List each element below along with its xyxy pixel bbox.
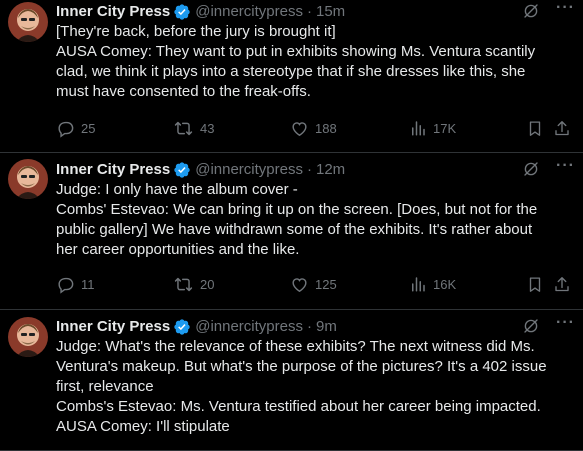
- grok-icon[interactable]: [522, 2, 540, 20]
- heart-icon: [292, 277, 307, 292]
- bookmark-button[interactable]: [526, 119, 544, 138]
- timestamp[interactable]: 12m: [316, 160, 345, 180]
- reply-button[interactable]: 11: [56, 275, 95, 294]
- tweet-text-line: public gallery] We have withdrawn some o…: [56, 221, 533, 238]
- separator-dot: ·: [306, 318, 312, 335]
- separator-dot: ·: [306, 161, 312, 178]
- bookmark-icon: [529, 120, 541, 136]
- views-count: 16K: [433, 276, 457, 292]
- timestamp[interactable]: 15m: [316, 2, 345, 22]
- bookmark-icon: [529, 276, 541, 292]
- reply-icon: [58, 121, 74, 138]
- views-icon: [412, 277, 425, 292]
- bookmark-button[interactable]: [526, 275, 544, 294]
- reply-count: 25: [81, 120, 96, 136]
- retweet-count: 43: [200, 120, 215, 136]
- tweet-text-line: must have consented to the freak-offs.: [56, 83, 311, 100]
- tweet[interactable]: Inner City Press @innercitypress · 15m ·…: [0, 0, 583, 153]
- tweet-actions: 25 43 188 17K: [56, 118, 573, 138]
- views-icon: [412, 121, 425, 136]
- author-handle[interactable]: @innercitypress: [195, 317, 303, 337]
- views-button[interactable]: 17K: [409, 119, 456, 137]
- like-button[interactable]: 188: [290, 119, 337, 138]
- tweet[interactable]: Inner City Press @innercitypress · 12m ·…: [0, 153, 583, 310]
- avatar[interactable]: [8, 2, 48, 42]
- share-button[interactable]: [553, 119, 571, 138]
- tweet-text-line: Judge: What's the relevance of these exh…: [56, 338, 535, 355]
- tweet-actions: 11 20 125 16K: [56, 274, 573, 294]
- reply-count: 11: [81, 276, 95, 292]
- like-count: 188: [315, 120, 337, 136]
- retweet-button[interactable]: 43: [173, 119, 214, 138]
- tweet-text-line: first, relevance: [56, 378, 154, 395]
- avatar[interactable]: [8, 159, 48, 199]
- views-button[interactable]: 16K: [409, 275, 456, 293]
- tweet-header: Inner City Press @innercitypress · 12m ·…: [56, 157, 575, 180]
- tweet-text-line: AUSA Comey: They want to put in exhibits…: [56, 43, 536, 60]
- author-handle[interactable]: @innercitypress: [195, 160, 303, 180]
- tweet-text: Judge: I only have the album cover - Com…: [56, 180, 573, 260]
- tweet-text-line: clad, we think it plays into a stereotyp…: [56, 63, 526, 80]
- separator-dot: ·: [306, 3, 312, 20]
- author-name[interactable]: Inner City Press: [56, 160, 170, 180]
- share-button[interactable]: [553, 275, 571, 294]
- grok-icon[interactable]: [522, 160, 540, 178]
- tweet-text-line: Combs' Estevao: We can bring it up on th…: [56, 201, 538, 218]
- share-icon: [555, 120, 569, 135]
- author-handle[interactable]: @innercitypress: [195, 2, 303, 22]
- retweet-count: 20: [200, 276, 215, 292]
- reply-button[interactable]: 25: [56, 119, 95, 138]
- heart-icon: [292, 121, 307, 136]
- tweet-text-line: her career opportunities and the like.: [56, 241, 300, 258]
- retweet-icon: [174, 121, 193, 135]
- tweet-text-line: AUSA Comey: I'll stipulate: [56, 418, 230, 435]
- tweet-text: Judge: What's the relevance of these exh…: [56, 337, 573, 437]
- more-icon[interactable]: ···: [556, 156, 575, 176]
- author-name[interactable]: Inner City Press: [56, 317, 170, 337]
- timestamp[interactable]: 9m: [316, 317, 337, 337]
- tweet-text: [They're back, before the jury is brough…: [56, 22, 573, 102]
- reply-icon: [58, 277, 74, 294]
- verified-badge-icon: [173, 318, 191, 336]
- tweet-text-line: Judge: I only have the album cover -: [56, 181, 298, 198]
- retweet-icon: [174, 277, 193, 291]
- tweet-text-line: Combs's Estevao: Ms. Ventura testified a…: [56, 398, 541, 415]
- tweet-header: Inner City Press @innercitypress · 15m ·…: [56, 0, 575, 22]
- tweet-text-line: Ventura's makeup. But what's the purpose…: [56, 358, 547, 375]
- more-icon[interactable]: ···: [556, 0, 575, 18]
- verified-badge-icon: [173, 3, 191, 21]
- retweet-button[interactable]: 20: [173, 275, 214, 294]
- avatar[interactable]: [8, 317, 48, 357]
- views-count: 17K: [433, 120, 457, 136]
- author-name[interactable]: Inner City Press: [56, 2, 170, 22]
- verified-badge-icon: [173, 161, 191, 179]
- tweet-text-line: [They're back, before the jury is brough…: [56, 23, 336, 40]
- share-icon: [555, 276, 569, 291]
- more-icon[interactable]: ···: [556, 313, 575, 333]
- tweet[interactable]: Inner City Press @innercitypress · 9m ··…: [0, 310, 583, 451]
- like-button[interactable]: 125: [290, 275, 337, 294]
- tweet-header: Inner City Press @innercitypress · 9m ··…: [56, 314, 575, 337]
- like-count: 125: [315, 276, 337, 292]
- grok-icon[interactable]: [522, 317, 540, 335]
